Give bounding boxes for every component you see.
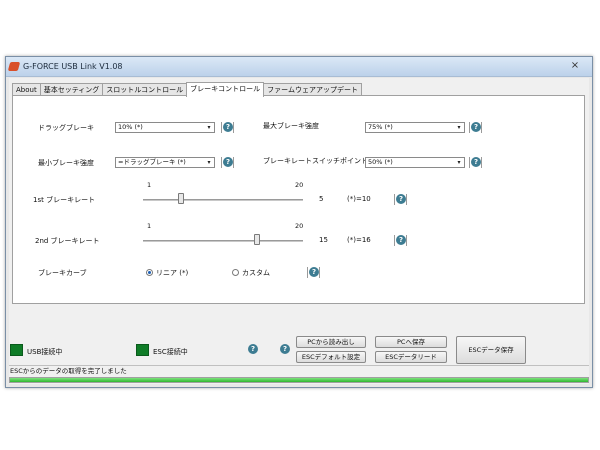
save-to-pc-button[interactable]: PCへ保存 [375,336,447,348]
max-brake-help[interactable]: ? [469,122,482,133]
window-title: G-FORCE USB Link V1.08 [23,62,123,71]
brake-rate-switch-value: 50% (*) [368,158,393,166]
second-brake-rate-label: 2nd ブレーキレート [35,237,100,245]
first-rate-help[interactable]: ? [394,194,407,205]
client-area: About 基本セッティング スロットルコントロール ブレーキコントロール ファ… [9,78,589,384]
help-icon[interactable]: ? [280,344,290,354]
min-brake-select[interactable]: =ドラッグブレーキ (*) ▾ [115,157,215,168]
brake-rate-switch-select[interactable]: 50% (*) ▾ [365,157,465,168]
help-icon[interactable]: ? [471,157,481,167]
app-window: G-FORCE USB Link V1.08 × About 基本セッティング … [5,56,593,388]
title-bar[interactable]: G-FORCE USB Link V1.08 × [6,57,592,77]
chevron-down-icon[interactable]: ▾ [455,124,463,131]
load-from-pc-button[interactable]: PCから読み出し [296,336,366,348]
second-rate-help[interactable]: ? [394,235,407,246]
esc-data-save-button[interactable]: ESCデータ保存 [456,336,526,364]
curve-linear-label[interactable]: リニア (*) [156,268,188,278]
min-brake-help[interactable]: ? [221,157,234,168]
usb-status-indicator [10,344,23,356]
first-rate-default: (*)=10 [347,195,371,203]
status-bar: ESCからのデータの取得を完了しました [9,365,589,375]
chevron-down-icon[interactable]: ▾ [455,159,463,166]
first-rate-slider-thumb[interactable] [178,193,185,204]
drag-brake-help[interactable]: ? [221,122,234,133]
esc-default-button[interactable]: ESCデフォルト設定 [296,351,366,363]
app-logo-icon [7,62,21,71]
min-brake-value: =ドラッグブレーキ (*) [118,158,186,166]
second-rate-min: 1 [147,222,152,230]
help-icon[interactable]: ? [248,344,258,354]
status-help-2[interactable]: ? [279,344,292,355]
brake-control-panel: ドラッグブレーキ 10% (*) ▾ ? 最大ブレーキ強度 75% (*) ▾ … [12,95,585,304]
curve-linear-radio[interactable] [146,269,153,276]
second-rate-default: (*)=16 [347,236,371,244]
drag-brake-label: ドラッグブレーキ [38,124,94,132]
help-icon[interactable]: ? [396,235,406,245]
second-rate-value: 15 [319,236,328,244]
status-help-1[interactable]: ? [247,344,260,355]
second-rate-slider-thumb[interactable] [254,234,261,245]
brake-rate-switch-label: ブレーキレートスイッチポイント [263,157,368,165]
progress-bar [9,377,589,383]
help-icon[interactable]: ? [396,194,406,204]
help-icon[interactable]: ? [309,267,319,277]
brake-curve-label: ブレーキカーブ [38,269,87,277]
first-rate-value: 5 [319,195,324,203]
curve-custom-radio[interactable] [232,269,239,276]
help-icon[interactable]: ? [223,122,233,132]
second-rate-max: 20 [295,222,304,230]
second-rate-slider-track[interactable] [143,240,303,242]
esc-data-read-button[interactable]: ESCデータリード [375,351,447,363]
tab-brake-control[interactable]: ブレーキコントロール [186,82,265,97]
progress-fill [10,378,588,382]
chevron-down-icon[interactable]: ▾ [205,124,213,131]
curve-custom-label[interactable]: カスタム [242,268,270,278]
esc-status-indicator [136,344,149,356]
esc-status-label: ESC接続中 [153,348,188,356]
drag-brake-value: 10% (*) [118,123,143,131]
max-brake-value: 75% (*) [368,123,393,131]
close-icon[interactable]: × [562,59,588,73]
first-brake-rate-label: 1st ブレーキレート [33,196,96,204]
brake-rate-switch-help[interactable]: ? [469,157,482,168]
drag-brake-select[interactable]: 10% (*) ▾ [115,122,215,133]
tab-strip: About 基本セッティング スロットルコントロール ブレーキコントロール ファ… [12,82,362,97]
usb-status-label: USB接続中 [27,348,63,356]
first-rate-min: 1 [147,181,152,189]
first-rate-max: 20 [295,181,304,189]
brake-curve-help[interactable]: ? [307,267,320,278]
help-icon[interactable]: ? [471,122,481,132]
help-icon[interactable]: ? [223,157,233,167]
min-brake-label: 最小ブレーキ強度 [38,159,94,167]
max-brake-label: 最大ブレーキ強度 [263,122,319,130]
chevron-down-icon[interactable]: ▾ [205,159,213,166]
first-rate-slider-track[interactable] [143,199,303,201]
max-brake-select[interactable]: 75% (*) ▾ [365,122,465,133]
